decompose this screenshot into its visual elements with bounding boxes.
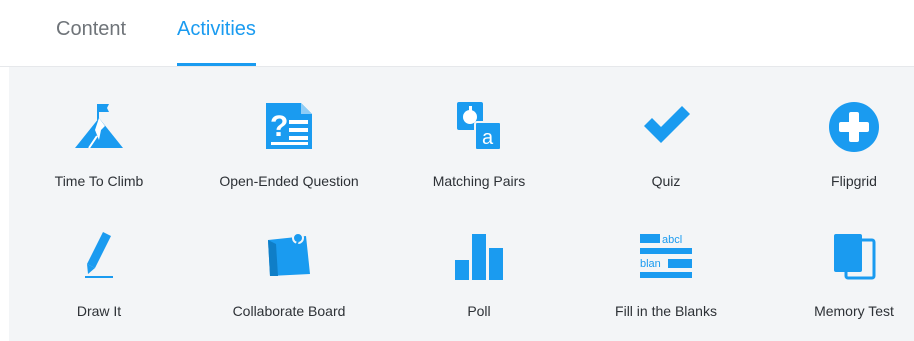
activity-time-to-climb[interactable]: Time To Climb	[14, 100, 184, 200]
bar-chart-icon	[453, 230, 505, 282]
svg-text:abcl: abcl	[662, 234, 682, 246]
svg-text:a: a	[482, 127, 494, 149]
activity-label: Memory Test	[814, 303, 894, 319]
activity-draw-it[interactable]: Draw It	[14, 230, 184, 330]
activity-open-ended-question[interactable]: ? Open-Ended Question	[204, 100, 374, 200]
svg-text:blan: blan	[640, 258, 661, 270]
activity-flipgrid[interactable]: Flipgrid	[769, 100, 914, 200]
tab-content[interactable]: Content	[56, 16, 126, 66]
activity-label: Fill in the Blanks	[615, 303, 717, 319]
plus-circle-icon	[827, 100, 881, 154]
activity-label: Matching Pairs	[432, 173, 526, 189]
activity-label: Time To Climb	[54, 173, 144, 189]
activity-label: Quiz	[651, 173, 681, 189]
activity-fill-in-the-blanks[interactable]: abcl blan Fill in the Blanks	[581, 230, 751, 330]
activity-label: Collaborate Board	[232, 303, 346, 319]
activity-quiz[interactable]: Quiz	[581, 100, 751, 200]
svg-text:?: ?	[270, 110, 288, 143]
fill-blanks-icon: abcl blan	[638, 230, 694, 282]
checkmark-icon	[640, 100, 692, 152]
pencil-icon	[73, 230, 125, 282]
stacked-cards-icon	[828, 230, 880, 282]
activity-label: Flipgrid	[831, 173, 877, 189]
activity-matching-pairs[interactable]: a Matching Pairs	[394, 100, 564, 200]
tab-activities[interactable]: Activities	[177, 16, 256, 66]
activity-poll[interactable]: Poll	[394, 230, 564, 330]
activity-label: Poll	[467, 303, 491, 319]
activity-label: Open-Ended Question	[219, 173, 359, 189]
matching-cards-icon: a	[453, 100, 505, 152]
mountain-flag-icon	[71, 100, 127, 152]
question-document-icon: ?	[263, 100, 315, 152]
pinned-board-icon	[262, 230, 316, 282]
activity-label: Draw It	[76, 303, 122, 319]
activity-memory-test[interactable]: Memory Test	[769, 230, 914, 330]
activity-collaborate-board[interactable]: Collaborate Board	[204, 230, 374, 330]
activities-panel: Time To Climb ? Open-Ended Question a Ma…	[9, 67, 914, 341]
tab-bar: Content Activities	[0, 0, 914, 67]
